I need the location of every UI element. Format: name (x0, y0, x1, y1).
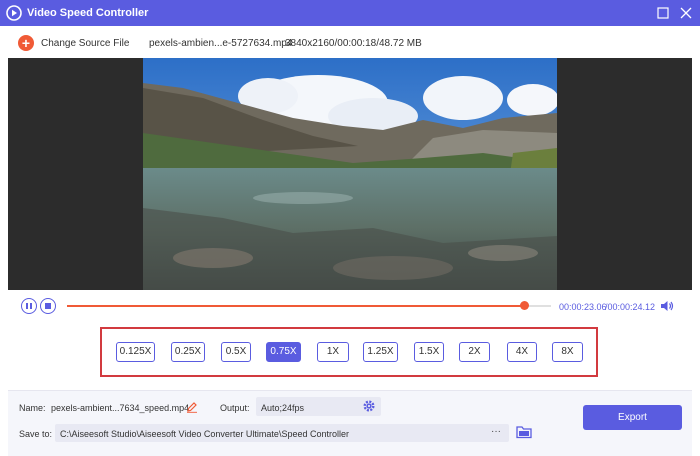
export-button[interactable]: Export (583, 405, 682, 430)
speed-option-button[interactable]: 0.25X (171, 342, 205, 362)
total-time: /00:00:24.12 (605, 302, 655, 312)
output-format-value: Auto;24fps (261, 403, 305, 413)
source-file-name: pexels-ambien...e-5727634.mp4 (149, 38, 293, 49)
browse-button[interactable]: ··· (483, 424, 509, 442)
app-logo-icon (6, 5, 22, 21)
plus-icon[interactable]: + (18, 35, 34, 51)
speed-option-button[interactable]: 1X (317, 342, 349, 362)
speed-option-button[interactable]: 2X (459, 342, 490, 362)
speed-option-button[interactable]: 4X (507, 342, 537, 362)
save-to-label: Save to: (19, 429, 53, 439)
video-preview-frame (143, 58, 557, 290)
speed-option-button[interactable]: 0.125X (116, 342, 155, 362)
pause-icon[interactable] (21, 298, 37, 314)
speed-option-button[interactable]: 1.25X (363, 342, 398, 362)
title-bar: Video Speed Controller (0, 0, 700, 26)
stop-icon[interactable] (40, 298, 56, 314)
folder-icon[interactable] (516, 425, 532, 439)
output-label: Output: (220, 403, 250, 413)
volume-icon[interactable] (660, 299, 674, 313)
output-name-value: pexels-ambient...7634_speed.mp4 (51, 403, 190, 413)
speed-option-button[interactable]: 0.5X (221, 342, 251, 362)
progress-fill (67, 305, 524, 307)
speed-option-button[interactable]: 1.5X (414, 342, 444, 362)
maximize-icon[interactable] (657, 7, 669, 19)
change-source-file-button[interactable]: Change Source File (41, 38, 129, 49)
total-time-value: 00:00:24.12 (607, 302, 656, 312)
name-label: Name: (19, 403, 46, 413)
speed-option-button[interactable]: 8X (552, 342, 583, 362)
divider (8, 390, 692, 391)
progress-knob[interactable] (519, 301, 529, 310)
gear-icon[interactable] (362, 399, 376, 413)
source-file-meta: 3840x2160/00:00:18/48.72 MB (285, 38, 422, 49)
close-icon[interactable] (680, 7, 692, 19)
speed-option-button[interactable]: 0.75X (266, 342, 301, 362)
window-title: Video Speed Controller (27, 7, 149, 19)
current-time: 00:00:23.06 (559, 302, 607, 312)
save-path-value: C:\Aiseesoft Studio\Aiseesoft Video Conv… (60, 429, 349, 439)
pencil-icon[interactable] (186, 401, 198, 413)
progress-track[interactable] (67, 301, 551, 310)
